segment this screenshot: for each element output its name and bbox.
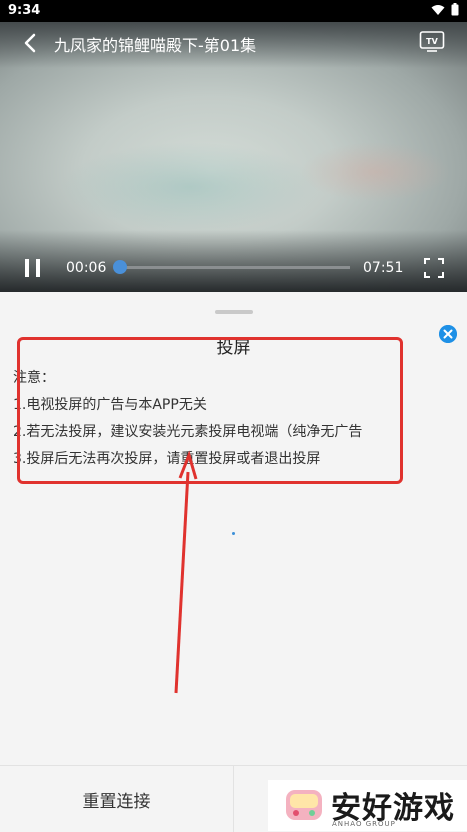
battery-icon	[451, 3, 459, 16]
status-bar: 9:34	[0, 0, 467, 22]
current-time: 00:06	[66, 260, 107, 276]
status-icons	[431, 3, 459, 16]
status-time: 9:34	[8, 3, 41, 18]
video-title: 九凤家的锦鲤喵殿下-第01集	[54, 36, 257, 55]
loading-indicator	[232, 532, 235, 535]
video-player[interactable]: 九凤家的锦鲤喵殿下-第01集 TV 00:06 07:51	[0, 22, 467, 292]
progress-bar[interactable]	[116, 266, 350, 269]
annotation-highlight-box	[17, 337, 403, 484]
tv-cast-icon[interactable]: TV	[419, 30, 445, 52]
total-time: 07:51	[363, 260, 404, 276]
site-watermark: 安好游戏 ANHAO GROUP	[268, 780, 467, 831]
fullscreen-icon[interactable]	[424, 258, 444, 278]
reset-connection-button[interactable]: 重置连接	[0, 766, 233, 832]
footer-divider	[233, 766, 234, 832]
video-frame-cloud	[60, 142, 320, 232]
drag-handle[interactable]	[215, 310, 253, 314]
video-frame-cloud	[300, 142, 450, 202]
watermark-subtext: ANHAO GROUP	[332, 820, 396, 828]
progress-knob[interactable]	[113, 260, 127, 274]
close-icon[interactable]	[439, 325, 457, 343]
wifi-icon	[431, 4, 445, 15]
back-arrow-icon[interactable]	[18, 30, 44, 56]
pause-icon[interactable]	[22, 258, 44, 278]
svg-text:TV: TV	[426, 37, 438, 46]
game-controller-logo-icon	[286, 790, 322, 820]
